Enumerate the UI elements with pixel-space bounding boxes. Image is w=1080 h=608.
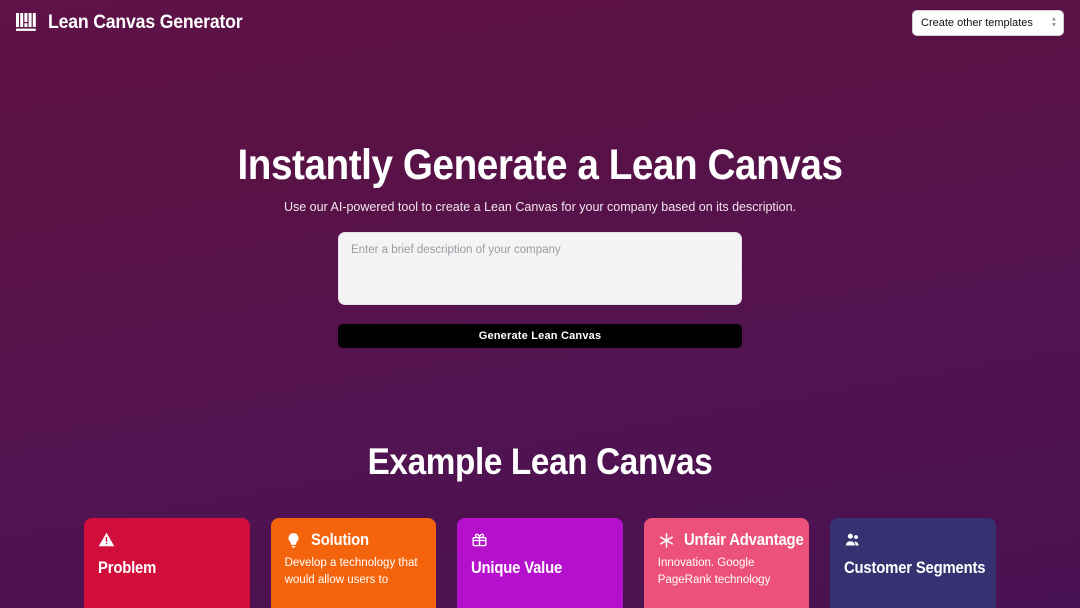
page-title: Instantly Generate a Lean Canvas [237,141,843,189]
hero-subtitle: Use our AI-powered tool to create a Lean… [283,200,797,215]
card-header: Unique Value [471,531,609,578]
card-header: Unfair Advantage [658,531,803,550]
users-icon [844,531,982,548]
app-header: Lean Canvas Generator Create other templ… [0,0,1080,46]
examples-section: Example Lean Canvas Problem Solution Dev… [0,441,1080,608]
card-title: Unfair Advantage [683,531,804,550]
brand-name: Lean Canvas Generator [48,12,243,33]
card-title: Unique Value [471,559,563,578]
lightbulb-icon [285,532,302,549]
examples-heading: Example Lean Canvas [367,441,713,483]
generate-lean-canvas-button[interactable]: Generate Lean Canvas [338,324,742,349]
canvas-card-problem[interactable]: Problem [84,518,250,608]
card-title: Solution [310,531,369,550]
canvas-grid-icon [16,13,38,33]
card-body: Develop a technology that would allow us… [284,557,418,586]
canvas-card-customer-segments[interactable]: Customer Segments [830,518,996,608]
brand: Lean Canvas Generator [16,12,257,34]
hero-section: Instantly Generate a Lean Canvas Use our… [0,46,1080,349]
generate-form: Generate Lean Canvas [338,232,742,349]
card-header: Customer Segments [844,531,986,578]
create-other-templates-select[interactable]: Create other templates [912,10,1064,36]
sparkle-icon [658,532,675,549]
card-title: Customer Segments [844,559,986,578]
card-body: Innovation. Google PageRank technology [657,557,771,586]
canvas-card-unfair-advantage[interactable]: Unfair Advantage Innovation. Google Page… [643,518,810,608]
canvas-card-solution[interactable]: Solution Develop a technology that would… [270,518,437,608]
warning-triangle-icon [98,531,236,548]
template-select-wrapper[interactable]: Create other templates ▲ ▼ [912,10,1064,36]
card-header: Problem [98,531,236,578]
card-title: Problem [98,559,157,578]
gift-box-icon [471,531,609,548]
canvas-card-unique-value[interactable]: Unique Value [457,518,623,608]
lean-canvas-grid: Problem Solution Develop a technology th… [0,518,1080,608]
card-header: Solution [285,531,423,550]
company-description-input[interactable] [338,232,742,306]
